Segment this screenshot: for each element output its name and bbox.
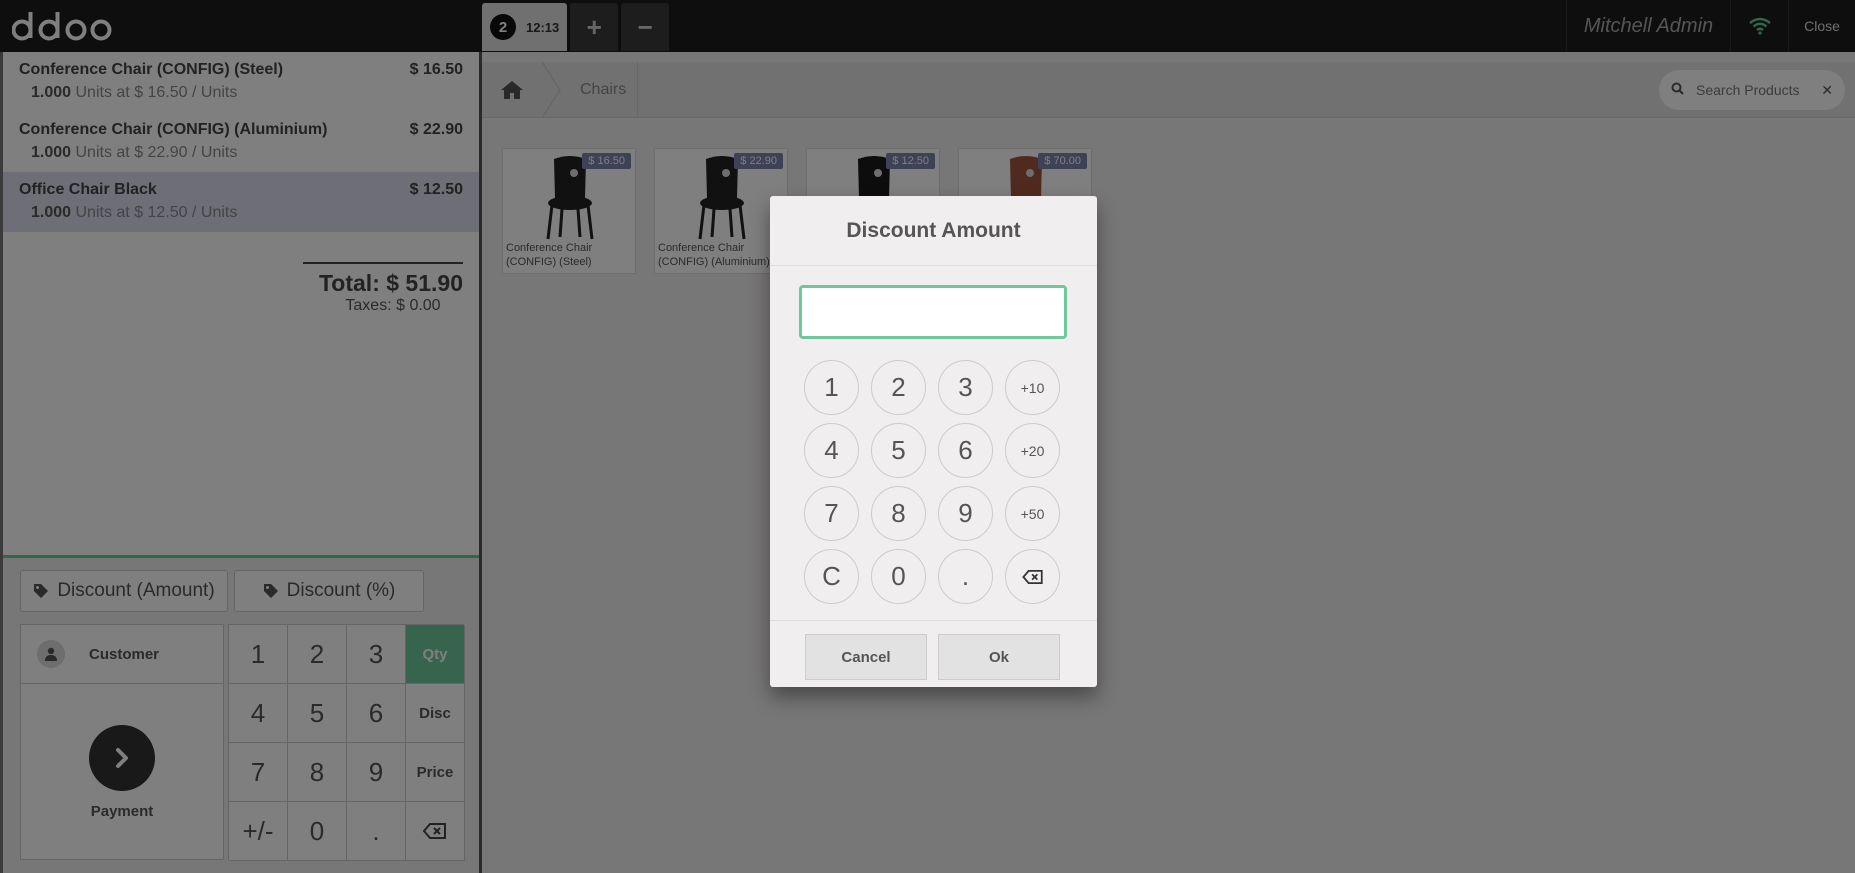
dialog-numpad-key[interactable]: 2 (871, 360, 926, 415)
increment-button[interactable]: +20 (1005, 423, 1060, 478)
dialog-footer: Cancel Ok (770, 620, 1097, 687)
ok-button[interactable]: Ok (938, 634, 1060, 680)
dialog-numpad-key[interactable]: . (938, 549, 993, 604)
dialog-numpad-key[interactable]: 6 (938, 423, 993, 478)
dialog-numpad-key[interactable]: 3 (938, 360, 993, 415)
dialog-numpad: 1 2 3 +10 4 5 6 +20 7 8 9 +50 C 0. (804, 360, 1060, 604)
dialog-title: Discount Amount (770, 196, 1097, 266)
dialog-numpad-key[interactable]: 0 (871, 549, 926, 604)
dialog-numpad-key[interactable]: 5 (871, 423, 926, 478)
backspace-icon[interactable] (1005, 549, 1060, 604)
dialog-numpad-key[interactable]: 4 (804, 423, 859, 478)
increment-button[interactable]: +50 (1005, 486, 1060, 541)
discount-amount-input[interactable] (799, 285, 1067, 339)
cancel-button[interactable]: Cancel (805, 634, 927, 680)
dialog-numpad-key[interactable]: 9 (938, 486, 993, 541)
discount-amount-dialog: Discount Amount 1 2 3 +10 4 5 6 +20 7 8 9 +50 C 0. Ca… (770, 196, 1097, 687)
clear-button[interactable]: C (804, 549, 859, 604)
dialog-numpad-key[interactable]: 7 (804, 486, 859, 541)
increment-button[interactable]: +10 (1005, 360, 1060, 415)
dialog-numpad-key[interactable]: 1 (804, 360, 859, 415)
dialog-numpad-key[interactable]: 8 (871, 486, 926, 541)
